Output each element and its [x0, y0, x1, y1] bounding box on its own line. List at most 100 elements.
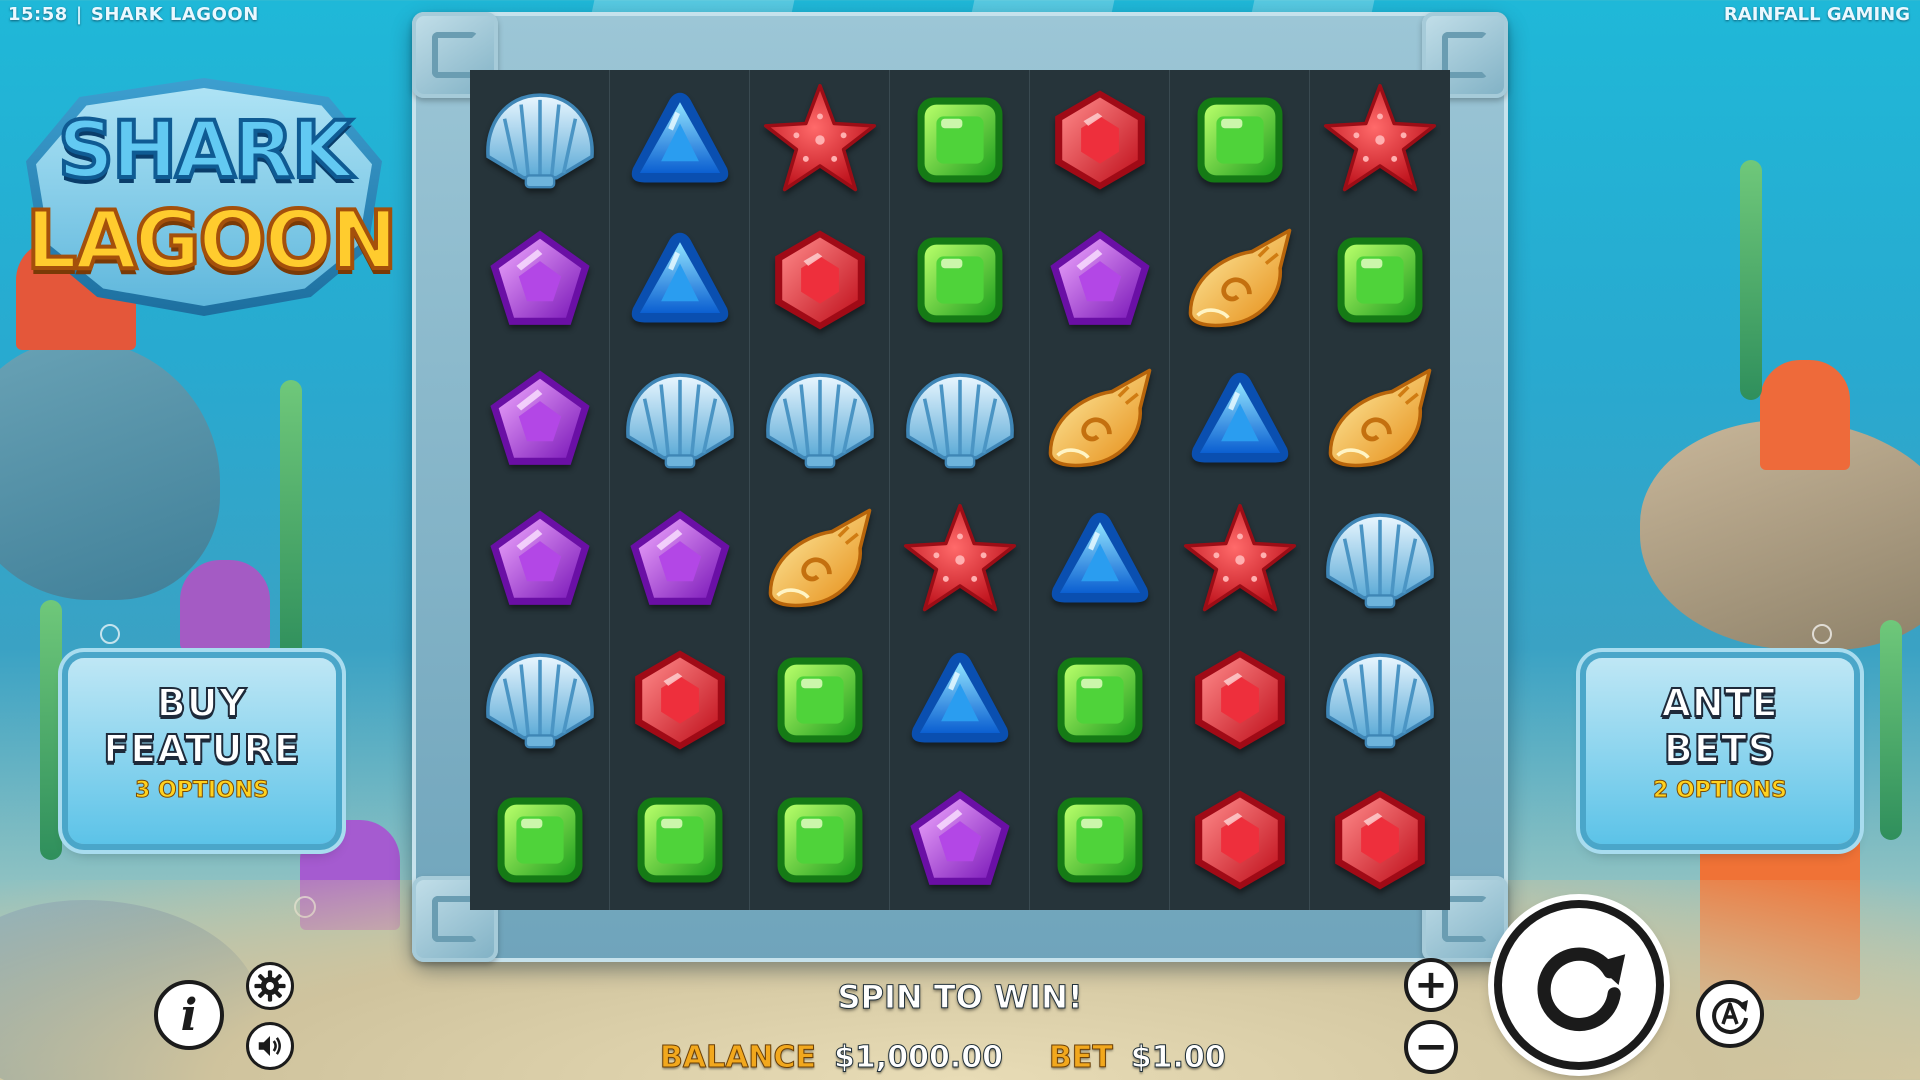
ante-bets-button[interactable]: ANTE BETS 2 OPTIONS [1586, 658, 1854, 844]
green-square-icon [637, 797, 722, 883]
background-seaweed [280, 380, 302, 660]
red-hexagon-icon [774, 230, 865, 330]
red-starfish-icon [903, 503, 1016, 612]
grid-cell [1170, 350, 1310, 490]
red-hexagon-icon [634, 650, 725, 750]
grid-cell [1170, 490, 1310, 630]
bubble [100, 624, 120, 644]
blue-triangle-icon [911, 652, 1008, 743]
grid-cell [470, 350, 610, 490]
balance-bet-row: BALANCE $1,000.00 BET $1.00 [659, 1040, 1280, 1076]
grid-cell [470, 770, 610, 910]
clam-shell-icon [905, 373, 1014, 469]
conch-shell-icon [1048, 368, 1151, 468]
grid-cell [1030, 770, 1170, 910]
buy-feature-line-2: FEATURE [102, 726, 301, 772]
decrease-bet-button[interactable]: − [1404, 1020, 1458, 1074]
background-rock [0, 340, 220, 600]
sound-button[interactable] [246, 1022, 294, 1070]
minus-icon: − [1414, 1024, 1448, 1070]
green-square-icon [1197, 97, 1282, 183]
clam-shell-icon [485, 93, 594, 189]
separator: | [75, 4, 83, 25]
balance-label: BALANCE [659, 1040, 817, 1076]
red-hexagon-icon [1194, 790, 1285, 890]
grid-cell [1310, 770, 1450, 910]
autoplay-icon [1712, 997, 1748, 1034]
plus-icon: + [1414, 962, 1448, 1008]
green-square-icon [777, 797, 862, 883]
background-seaweed [1880, 620, 1902, 840]
grid-cell [610, 210, 750, 350]
grid-cell [610, 70, 750, 210]
grid-cell [1030, 70, 1170, 210]
green-square-icon [497, 797, 582, 883]
grid-cell [1310, 350, 1450, 490]
grid-cell [890, 70, 1030, 210]
clam-shell-icon [485, 653, 594, 749]
grid-cell [1030, 210, 1170, 350]
purple-pentagon-icon [1049, 230, 1150, 325]
red-starfish-icon [763, 83, 876, 192]
grid-cell [890, 350, 1030, 490]
grid-cell [750, 70, 890, 210]
grid-cell [470, 210, 610, 350]
purple-pentagon-icon [489, 370, 590, 465]
logo-line-2: LAGOON [24, 192, 400, 289]
blue-triangle-icon [631, 232, 728, 323]
spin-arrow-icon [1537, 947, 1626, 1032]
grid-cell [470, 70, 610, 210]
grid-cell [890, 770, 1030, 910]
grid-cell [610, 630, 750, 770]
buy-feature-options: 3 OPTIONS [135, 778, 270, 804]
grid-cell [890, 490, 1030, 630]
game-logo: SHARK LAGOON [24, 78, 400, 316]
buy-feature-button[interactable]: BUY FEATURE 3 OPTIONS [68, 658, 336, 844]
blue-triangle-icon [631, 92, 728, 183]
ante-bets-line-2: BETS [1663, 726, 1777, 772]
grid-cell [1030, 630, 1170, 770]
reel-grid [470, 70, 1450, 910]
background-coral [180, 560, 270, 650]
grid-cell [610, 350, 750, 490]
conch-shell-icon [1188, 228, 1291, 328]
info-icon: i [180, 989, 198, 1041]
purple-pentagon-icon [489, 510, 590, 605]
background-coral [1760, 360, 1850, 470]
info-button[interactable]: i [154, 980, 224, 1050]
autoplay-button[interactable] [1696, 980, 1764, 1048]
green-square-icon [777, 657, 862, 743]
grid-cell [750, 210, 890, 350]
grid-cell [1030, 490, 1170, 630]
bet-value: $1.00 [1130, 1040, 1226, 1076]
increase-bet-button[interactable]: + [1404, 958, 1458, 1012]
grid-cell [610, 490, 750, 630]
clam-shell-icon [625, 373, 734, 469]
grid-cell [1170, 770, 1310, 910]
grid-cell [610, 770, 750, 910]
grid-cell [1310, 210, 1450, 350]
grid-cell [890, 210, 1030, 350]
bet-label: BET [1048, 1040, 1113, 1076]
conch-shell-icon [768, 508, 871, 608]
grid-cell [750, 490, 890, 630]
background-seaweed [1740, 160, 1762, 400]
green-square-icon [917, 97, 1002, 183]
red-starfish-icon [1183, 503, 1296, 612]
conch-shell-icon [1328, 368, 1432, 468]
ante-bets-line-1: ANTE [1660, 680, 1779, 726]
spin-button[interactable] [1494, 900, 1664, 1070]
blue-triangle-icon [1051, 512, 1148, 603]
settings-button[interactable] [246, 962, 294, 1010]
clock-time: 15:58 [8, 4, 68, 25]
clam-shell-icon [1326, 653, 1434, 749]
provider-name: RAINFALL GAMING [1723, 4, 1910, 25]
grid-cell [1030, 350, 1170, 490]
grid-cell [1310, 490, 1450, 630]
grid-cell [1170, 210, 1310, 350]
purple-pentagon-icon [489, 230, 590, 325]
grid-cell [1170, 630, 1310, 770]
clam-shell-icon [1326, 513, 1434, 609]
status-message: SPIN TO WIN! [837, 978, 1083, 1017]
blue-triangle-icon [1191, 372, 1288, 463]
